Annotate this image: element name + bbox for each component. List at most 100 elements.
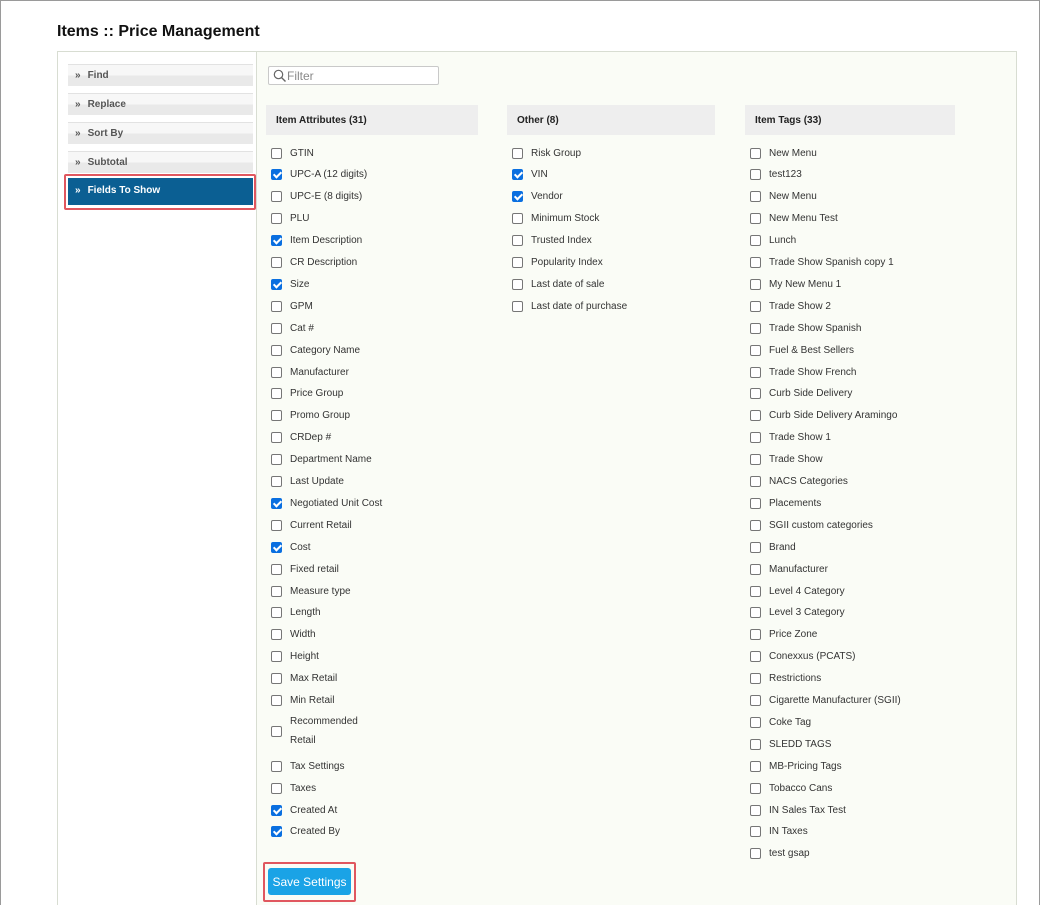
checkbox-unchecked[interactable] [271,191,282,203]
checkbox-unchecked[interactable] [750,191,761,203]
checkbox-row[interactable]: UPC-E (8 digits) [271,189,362,205]
filter-input[interactable] [287,68,435,83]
checkbox-unchecked[interactable] [271,782,282,794]
checkbox-row[interactable]: Cat # [271,320,314,336]
checkbox-row[interactable]: IN Taxes [750,824,808,840]
checkbox-row[interactable]: Trade Show French [750,364,856,380]
checkbox-unchecked[interactable] [750,432,761,444]
checkbox-row[interactable]: Tobacco Cans [750,780,832,796]
checkbox-unchecked[interactable] [512,278,523,290]
checkbox-unchecked[interactable] [271,519,282,531]
checkbox-row[interactable]: Current Retail [271,517,352,533]
checkbox-unchecked[interactable] [271,410,282,422]
checkbox-unchecked[interactable] [512,147,523,159]
checkbox-row[interactable]: Coke Tag [750,714,811,730]
checkbox-row[interactable]: Trade Show 1 [750,430,831,446]
checkbox-row[interactable]: Conexxus (PCATS) [750,649,856,665]
checkbox-row[interactable]: IN Sales Tax Test [750,802,846,818]
checkbox-unchecked[interactable] [512,213,523,225]
checkbox-unchecked[interactable] [750,804,761,816]
checkbox-row[interactable]: Fuel & Best Sellers [750,342,854,358]
checkbox-unchecked[interactable] [271,476,282,487]
checkbox-row[interactable]: New Menu [750,145,817,161]
checkbox-row[interactable]: SLEDD TAGS [750,736,831,752]
checkbox-row[interactable]: Min Retail [271,693,334,709]
checkbox-row[interactable]: Item Description [271,233,362,249]
checkbox-checked[interactable] [271,541,282,553]
checkbox-row[interactable]: Vendor [512,189,563,205]
checkbox-unchecked[interactable] [271,585,282,597]
checkbox-row[interactable]: GTIN [271,145,314,161]
checkbox-row[interactable]: Curb Side Delivery Aramingo [750,408,897,424]
sidebar-item-subtotal[interactable]: » Subtotal [68,151,253,173]
checkbox-row[interactable]: test123 [750,167,802,183]
checkbox-unchecked[interactable] [750,344,761,356]
checkbox-checked[interactable] [512,191,523,203]
checkbox-row[interactable]: Restrictions [750,671,821,687]
checkbox-unchecked[interactable] [271,607,282,619]
checkbox-row[interactable]: UPC-A (12 digits) [271,167,367,183]
checkbox-checked[interactable] [512,169,523,181]
checkbox-unchecked[interactable] [750,147,761,159]
checkbox-unchecked[interactable] [750,300,761,312]
checkbox-row[interactable]: Last date of purchase [512,298,627,314]
checkbox-unchecked[interactable] [750,454,761,466]
checkbox-unchecked[interactable] [750,541,761,553]
checkbox-row[interactable]: Department Name [271,452,372,468]
checkbox-row[interactable]: Level 4 Category [750,583,845,599]
checkbox-row[interactable]: NACS Categories [750,474,848,490]
checkbox-row[interactable]: Manufacturer [271,364,349,380]
checkbox-row[interactable]: VIN [512,167,548,183]
checkbox-unchecked[interactable] [271,651,282,663]
checkbox-unchecked[interactable] [271,454,282,466]
checkbox-unchecked[interactable] [271,322,282,334]
checkbox-row[interactable]: Level 3 Category [750,605,845,621]
checkbox-row[interactable]: Negotiated Unit Cost [271,495,382,511]
checkbox-unchecked[interactable] [750,651,761,663]
checkbox-checked[interactable] [271,804,282,816]
checkbox-unchecked[interactable] [750,848,761,860]
checkbox-unchecked[interactable] [750,388,761,400]
checkbox-row[interactable]: CR Description [271,255,357,271]
checkbox-unchecked[interactable] [271,563,282,575]
checkbox-row[interactable]: Height [271,649,319,665]
checkbox-row[interactable]: New Menu Test [750,211,838,227]
checkbox-row[interactable]: Last date of sale [512,276,604,292]
checkbox-unchecked[interactable] [512,300,523,312]
checkbox-unchecked[interactable] [271,300,282,312]
checkbox-unchecked[interactable] [512,235,523,247]
checkbox-unchecked[interactable] [750,716,761,728]
checkbox-row[interactable]: CRDep # [271,430,331,446]
checkbox-unchecked[interactable] [750,278,761,290]
checkbox-row[interactable]: Created By [271,824,340,840]
checkbox-unchecked[interactable] [271,725,282,737]
checkbox-row[interactable]: Placements [750,495,821,511]
checkbox-row[interactable]: Popularity Index [512,255,603,271]
checkbox-checked[interactable] [271,497,282,509]
checkbox-row[interactable]: My New Menu 1 [750,276,841,292]
checkbox-row[interactable]: MB-Pricing Tags [750,758,842,774]
checkbox-unchecked[interactable] [750,257,761,268]
save-settings-button[interactable]: Save Settings [268,868,351,895]
checkbox-row[interactable]: Measure type [271,583,351,599]
checkbox-unchecked[interactable] [271,388,282,400]
checkbox-unchecked[interactable] [271,213,282,225]
checkbox-checked[interactable] [271,169,282,181]
checkbox-row[interactable]: Tax Settings [271,758,344,774]
checkbox-row[interactable]: Brand [750,539,796,555]
checkbox-row[interactable]: Risk Group [512,145,581,161]
checkbox-unchecked[interactable] [512,257,523,268]
checkbox-row[interactable]: Curb Side Delivery [750,386,852,402]
checkbox-row[interactable]: Created At [271,802,337,818]
checkbox-unchecked[interactable] [750,629,761,641]
checkbox-row[interactable]: Length [271,605,321,621]
checkbox-checked[interactable] [271,826,282,838]
checkbox-unchecked[interactable] [750,235,761,247]
sidebar-item-sort-by[interactable]: » Sort By [68,122,253,144]
checkbox-unchecked[interactable] [271,147,282,159]
checkbox-unchecked[interactable] [750,826,761,838]
checkbox-row[interactable]: SGII custom categories [750,517,873,533]
checkbox-unchecked[interactable] [271,695,282,706]
checkbox-unchecked[interactable] [750,607,761,619]
checkbox-row[interactable]: Price Group [271,386,343,402]
